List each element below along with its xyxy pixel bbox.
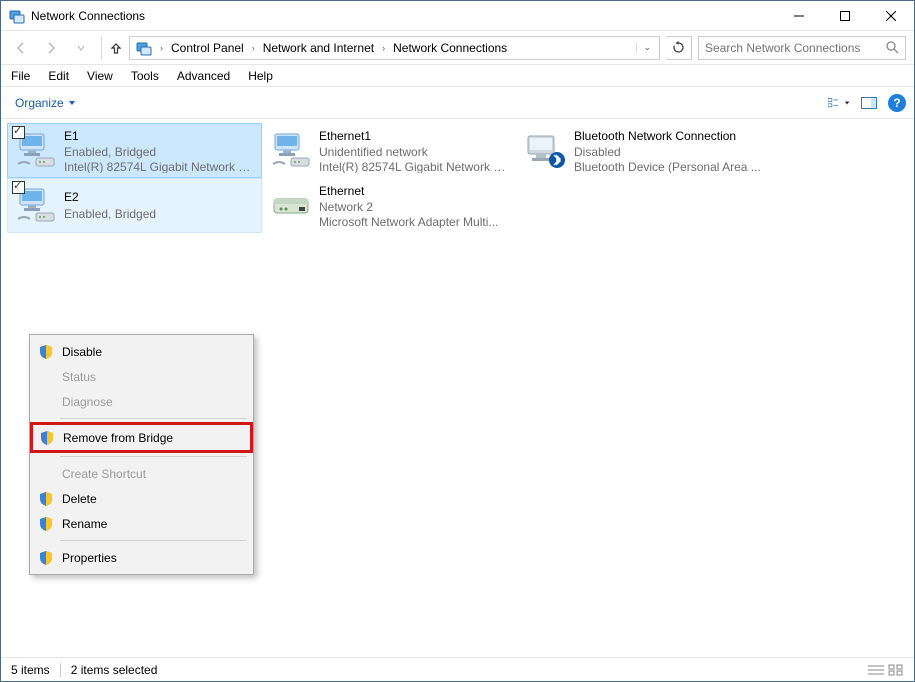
connections-list: E1Enabled, BridgedIntel(R) 82574L Gigabi…	[7, 123, 908, 233]
divider	[60, 663, 61, 677]
breadcrumb-root[interactable]: Control Panel	[167, 39, 248, 57]
menu-disable[interactable]: Disable	[32, 339, 251, 364]
connection-text: Bluetooth Network ConnectionDisabledBlue…	[574, 128, 761, 173]
search-icon	[886, 41, 899, 54]
chevron-right-icon: ›	[250, 43, 257, 53]
window-title: Network Connections	[31, 9, 145, 23]
shield-icon	[38, 550, 54, 566]
menu-properties[interactable]: Properties	[32, 545, 251, 570]
connection-status: Disabled	[574, 144, 761, 158]
connection-device: Intel(R) 82574L Gigabit Network C...	[319, 159, 510, 173]
organize-button[interactable]: Organize	[9, 93, 82, 113]
checkbox-icon[interactable]	[12, 126, 25, 139]
address-bar: › Control Panel › Network and Internet ›…	[1, 31, 914, 65]
menu-help[interactable]: Help	[248, 69, 273, 83]
menu-bar: File Edit View Tools Advanced Help	[1, 65, 914, 87]
adapter-icon	[269, 183, 313, 227]
breadcrumb[interactable]: › Control Panel › Network and Internet ›…	[129, 36, 660, 60]
connection-item[interactable]: EthernetNetwork 2Microsoft Network Adapt…	[262, 178, 517, 233]
breadcrumb-dropdown[interactable]: ⌄	[636, 42, 657, 53]
menu-tools[interactable]: Tools	[131, 69, 159, 83]
connection-name: Ethernet1	[319, 128, 510, 144]
up-button[interactable]	[101, 36, 123, 60]
adapter-icon	[14, 128, 58, 172]
connection-name: E1	[64, 128, 255, 144]
shield-icon	[38, 344, 54, 360]
adapter-icon	[524, 128, 568, 172]
toolbar: Organize ?	[1, 87, 914, 119]
chevron-right-icon: ›	[158, 43, 165, 53]
close-button[interactable]	[868, 1, 914, 31]
search-input[interactable]	[705, 41, 899, 55]
titlebar: Network Connections	[1, 1, 914, 31]
connection-text: E1Enabled, BridgedIntel(R) 82574L Gigabi…	[64, 128, 255, 173]
menu-view[interactable]: View	[87, 69, 113, 83]
menu-rename[interactable]: Rename	[32, 511, 251, 536]
refresh-button[interactable]	[666, 36, 692, 60]
shield-icon	[38, 491, 54, 507]
breadcrumb-mid[interactable]: Network and Internet	[259, 39, 378, 57]
menu-create-shortcut[interactable]: Create Shortcut	[32, 461, 251, 486]
menu-edit[interactable]: Edit	[48, 69, 69, 83]
app-icon	[9, 8, 25, 24]
connection-item[interactable]: Ethernet1Unidentified networkIntel(R) 82…	[262, 123, 517, 178]
details-view-button[interactable]	[868, 664, 884, 676]
minimize-button[interactable]	[776, 1, 822, 31]
connection-device: Bluetooth Device (Personal Area ...	[574, 159, 761, 173]
connection-item[interactable]: Bluetooth Network ConnectionDisabledBlue…	[517, 123, 772, 178]
content-area: E1Enabled, BridgedIntel(R) 82574L Gigabi…	[1, 119, 914, 657]
recent-dropdown[interactable]	[69, 36, 93, 60]
connection-status: Unidentified network	[319, 144, 510, 158]
menu-status[interactable]: Status	[32, 364, 251, 389]
chevron-down-icon	[68, 99, 76, 107]
highlighted-menu-item: Remove from Bridge	[30, 422, 253, 453]
checkbox-icon[interactable]	[12, 181, 25, 194]
status-bar: 5 items 2 items selected	[1, 657, 914, 681]
connection-status: Enabled, Bridged	[64, 144, 255, 158]
connection-name: E2	[64, 189, 156, 205]
location-icon	[136, 40, 152, 56]
connection-name: Bluetooth Network Connection	[574, 128, 761, 144]
organize-label: Organize	[15, 96, 64, 110]
menu-advanced[interactable]: Advanced	[177, 69, 230, 83]
connection-item[interactable]: E2Enabled, Bridged	[7, 178, 262, 233]
connection-device: Intel(R) 82574L Gigabit Network C...	[64, 159, 255, 173]
connection-status: Network 2	[319, 199, 498, 213]
menu-remove-from-bridge[interactable]: Remove from Bridge	[33, 425, 250, 450]
search-box[interactable]	[698, 36, 906, 60]
forward-button[interactable]	[39, 36, 63, 60]
connection-text: E2Enabled, Bridged	[64, 183, 156, 228]
connection-name: Ethernet	[319, 183, 498, 199]
connection-text: Ethernet1Unidentified networkIntel(R) 82…	[319, 128, 510, 173]
menu-file[interactable]: File	[11, 69, 30, 83]
large-icons-view-button[interactable]	[888, 664, 904, 676]
connection-text: EthernetNetwork 2Microsoft Network Adapt…	[319, 183, 498, 228]
status-item-count: 5 items	[11, 663, 50, 677]
preview-pane-button[interactable]	[858, 92, 880, 114]
adapter-icon	[269, 128, 313, 172]
menu-diagnose[interactable]: Diagnose	[32, 389, 251, 414]
back-button[interactable]	[9, 36, 33, 60]
shield-icon	[38, 516, 54, 532]
view-options-button[interactable]	[828, 92, 850, 114]
status-selected-count: 2 items selected	[71, 663, 158, 677]
adapter-icon	[14, 183, 58, 227]
shield-icon	[39, 430, 55, 446]
connection-item[interactable]: E1Enabled, BridgedIntel(R) 82574L Gigabi…	[7, 123, 262, 178]
menu-delete[interactable]: Delete	[32, 486, 251, 511]
connection-device: Microsoft Network Adapter Multi...	[319, 214, 498, 228]
chevron-right-icon: ›	[380, 43, 387, 53]
maximize-button[interactable]	[822, 1, 868, 31]
window-controls	[776, 1, 914, 31]
help-button[interactable]: ?	[888, 94, 906, 112]
connection-status: Enabled, Bridged	[64, 206, 156, 222]
context-menu: Disable Status Diagnose Remove from Brid…	[29, 334, 254, 575]
breadcrumb-leaf[interactable]: Network Connections	[389, 39, 511, 57]
